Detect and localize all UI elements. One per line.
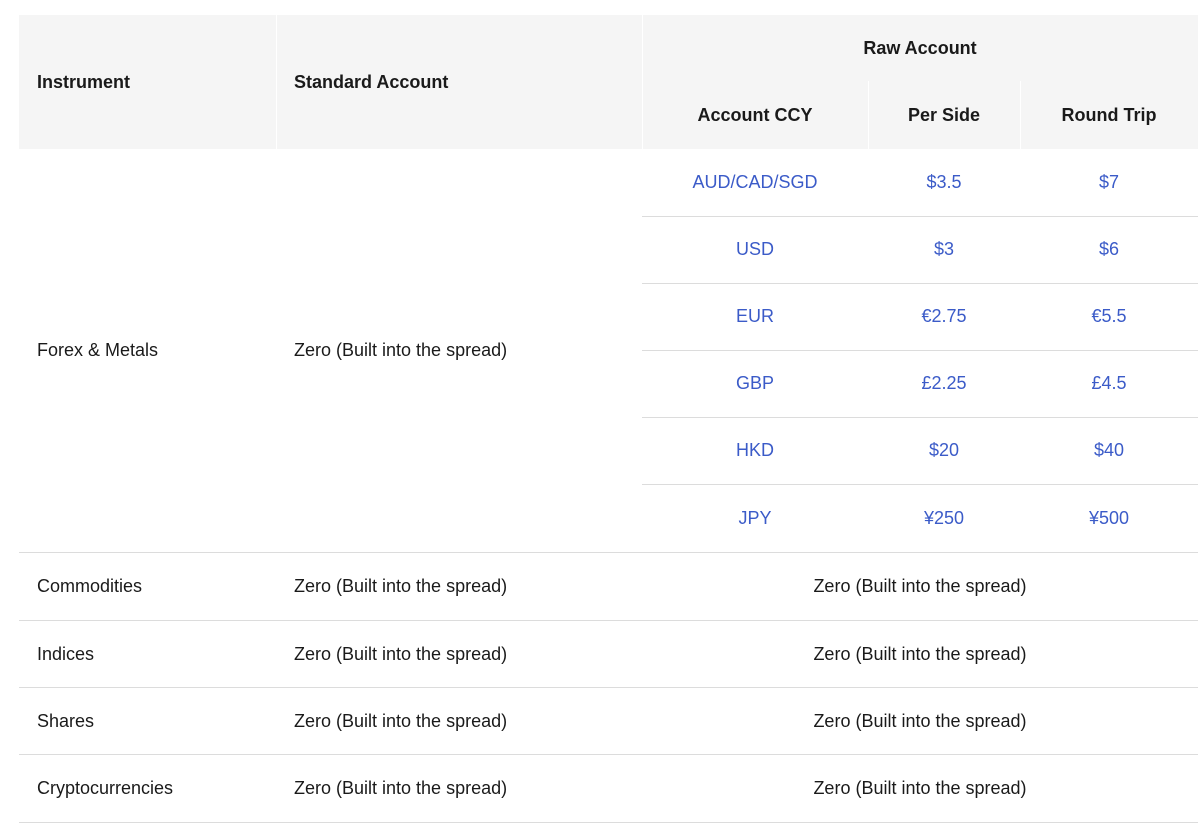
- row-instrument: Shares: [37, 710, 95, 731]
- forex-per-side-1: $3: [933, 239, 955, 259]
- forex-round-trip-1: $6: [1098, 239, 1120, 259]
- row-raw-commission: Zero (Built into the spread): [813, 778, 1027, 798]
- header-per-side: Per Side: [907, 104, 981, 125]
- forex-standard-commission: Zero (Built into the spread): [294, 340, 508, 360]
- forex-instrument: Forex & Metals: [37, 340, 159, 360]
- forex-ccy-2: EUR: [735, 306, 774, 326]
- forex-ccy-5: JPY: [738, 507, 772, 528]
- header-standard-account: Standard Account: [294, 71, 449, 92]
- table-row-cryptocurrencies: Cryptocurrencies Zero (Built into the sp…: [19, 755, 1198, 822]
- header-raw-account: Raw Account: [863, 37, 977, 58]
- forex-per-side-5: ¥250: [923, 507, 965, 528]
- header-column-separator: [1020, 81, 1021, 149]
- header-instrument: Instrument: [37, 71, 131, 92]
- table-row-forex-metals: Forex & Metals Zero (Built into the spre…: [19, 149, 1198, 552]
- header-round-trip: Round Trip: [1061, 104, 1157, 125]
- forex-round-trip-2: €5.5: [1091, 306, 1127, 326]
- table-header: Instrument Standard Account Raw Account …: [19, 15, 1198, 149]
- row-instrument: Commodities: [37, 576, 143, 596]
- forex-round-trip-0: $7: [1098, 172, 1120, 192]
- forex-round-trip-3: £4.5: [1091, 373, 1127, 393]
- row-standard-commission: Zero (Built into the spread): [294, 778, 508, 798]
- forex-per-side-4: $20: [928, 440, 960, 460]
- forex-ccy-0: AUD/CAD/SGD: [692, 172, 818, 192]
- forex-ccy-1: USD: [735, 239, 774, 259]
- row-raw-commission: Zero (Built into the spread): [813, 643, 1027, 664]
- row-standard-commission: Zero (Built into the spread): [294, 710, 508, 731]
- row-instrument: Indices: [37, 643, 95, 664]
- forex-ccy-4: HKD: [735, 440, 774, 460]
- forex-round-trip-4: $40: [1093, 440, 1125, 460]
- forex-ccy-3: GBP: [735, 373, 774, 393]
- header-column-separator: [868, 81, 869, 149]
- table-row-commodities: Commodities Zero (Built into the spread)…: [19, 553, 1198, 620]
- header-account-ccy: Account CCY: [697, 104, 813, 125]
- row-divider: [19, 822, 1198, 823]
- row-standard-commission: Zero (Built into the spread): [294, 643, 508, 664]
- header-column-separator: [276, 15, 277, 149]
- table-row-indices: Indices Zero (Built into the spread) Zer…: [19, 621, 1198, 687]
- forex-per-side-3: £2.25: [921, 373, 967, 393]
- forex-per-side-2: €2.75: [921, 306, 967, 326]
- row-raw-commission: Zero (Built into the spread): [813, 576, 1027, 596]
- row-standard-commission: Zero (Built into the spread): [294, 576, 508, 596]
- row-raw-commission: Zero (Built into the spread): [813, 710, 1027, 731]
- forex-per-side-0: $3.5: [926, 172, 962, 192]
- table-row-shares: Shares Zero (Built into the spread) Zero…: [19, 688, 1198, 754]
- forex-round-trip-5: ¥500: [1088, 507, 1130, 528]
- header-column-separator: [642, 15, 643, 149]
- row-instrument: Cryptocurrencies: [37, 778, 174, 798]
